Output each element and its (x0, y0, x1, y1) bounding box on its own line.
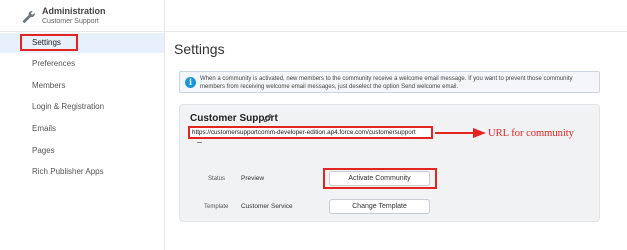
wrench-icon (22, 10, 35, 23)
sidebar-item-label: Emails (32, 124, 57, 133)
sidebar-item-label: Login & Registration (32, 102, 105, 111)
sidebar-header: Administration Customer Support (0, 0, 165, 32)
url-underline (197, 142, 202, 143)
community-url-link[interactable]: https://customersupportcomm-developer-ed… (192, 129, 416, 136)
template-label: Template (204, 204, 229, 210)
sidebar-item-login-registration[interactable]: Login & Registration (0, 97, 164, 117)
sidebar-item-emails[interactable]: Emails (0, 119, 164, 139)
top-bar (165, 0, 627, 32)
sidebar-subtitle: Customer Support (42, 18, 99, 25)
pencil-icon[interactable] (263, 113, 273, 123)
template-value: Customer Service (241, 203, 293, 210)
sidebar-item-label: Pages (32, 146, 55, 155)
annotation-label: URL for community (488, 128, 574, 139)
page-title: Settings (174, 41, 225, 57)
status-label: Status (208, 176, 226, 182)
sidebar-item-members[interactable]: Members (0, 76, 164, 96)
sidebar-item-label: Members (32, 81, 66, 90)
info-banner: i When a community is activated, new mem… (179, 71, 600, 93)
change-template-button[interactable]: Change Template (329, 199, 430, 214)
sidebar-item-rich-publisher-apps[interactable]: Rich Publisher Apps (0, 162, 164, 182)
sidebar-title: Administration (42, 6, 106, 16)
sidebar-item-label: Rich Publisher Apps (32, 167, 104, 176)
sidebar-item-preferences[interactable]: Preferences (0, 54, 164, 74)
status-value: Preview (241, 175, 265, 182)
info-icon: i (185, 77, 196, 88)
info-text: When a community is activated, new membe… (200, 76, 573, 90)
sidebar-item-pages[interactable]: Pages (0, 141, 164, 161)
activate-community-button[interactable]: Activate Community (329, 171, 430, 186)
highlight-box-settings (20, 34, 78, 51)
sidebar-item-label: Preferences (32, 59, 76, 68)
arrow-icon (435, 128, 486, 138)
